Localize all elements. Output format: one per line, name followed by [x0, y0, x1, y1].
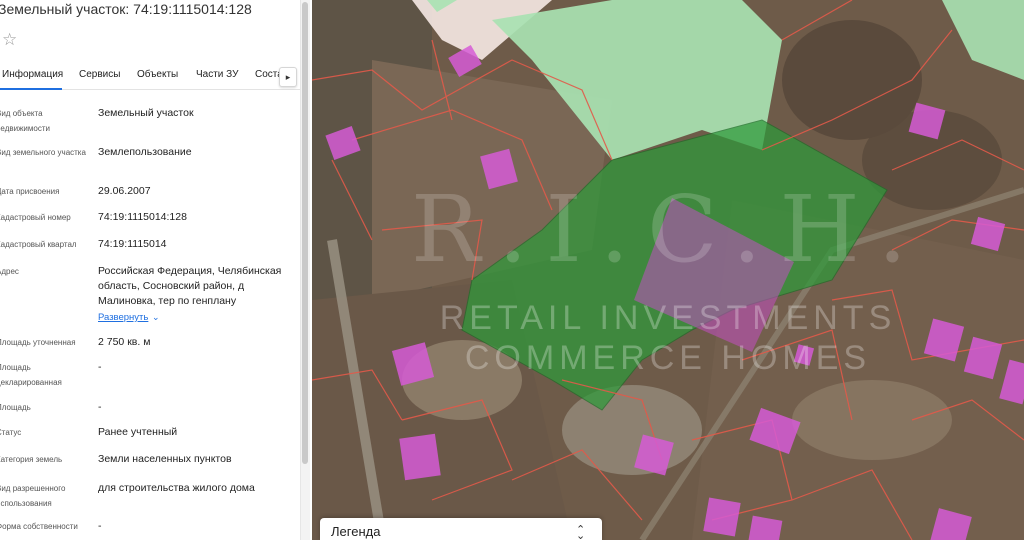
field-label: Кадастровый квартал [0, 240, 77, 249]
field-label: Вид разрешенного использования [0, 484, 66, 508]
map-view[interactable]: R.I.C.H. RETAIL INVESTMENTS COMMERCE HOM… [312, 0, 1024, 540]
field-label: Статус [0, 428, 22, 437]
watermark-line2: COMMERCE HOMES [464, 339, 872, 377]
field-label: Кадастровый номер [0, 213, 71, 222]
field-value: 29.06.2007 [98, 185, 151, 197]
tab-objects[interactable]: Объекты [137, 68, 178, 82]
field-label: Площадь декларированная [0, 363, 62, 387]
field-label: Адрес [0, 267, 19, 276]
watermark-line1: RETAIL INVESTMENTS [439, 299, 897, 337]
field-value[interactable]: 74:19:1115014 [98, 237, 296, 252]
field-value: для строительства жилого дома [98, 482, 255, 494]
tab-info[interactable]: Информация [2, 68, 63, 82]
field-label: Площадь уточненная [0, 338, 76, 347]
panel-scrollbar-thumb[interactable] [302, 2, 308, 464]
info-panel: Земельный участок: 74:19:1115014:128 ☆ И… [0, 0, 310, 540]
tab-services[interactable]: Сервисы [79, 68, 120, 82]
legend-bar[interactable]: Легенда ⌃ ⌄ [320, 518, 602, 540]
field-label: Дата присвоения [0, 187, 60, 196]
field-value: - [98, 401, 102, 413]
field-label: Площадь [0, 403, 31, 412]
field-label: Вид земельного участка [0, 148, 86, 157]
tab-bar: Информация Сервисы Объекты Части ЗУ Сост… [0, 62, 300, 90]
field-value: 2 750 кв. м [98, 336, 151, 348]
field-value: - [98, 520, 102, 532]
star-icon[interactable]: ☆ [2, 31, 20, 49]
panel-title: Земельный участок: 74:19:1115014:128 [0, 1, 252, 17]
chevron-updown-icon[interactable]: ⌃ ⌄ [576, 522, 585, 540]
field-value: Земли населенных пунктов [98, 453, 232, 465]
legend-label: Легенда [331, 524, 381, 539]
field-value: Ранее учтенный [98, 426, 178, 438]
field-label: Форма собственности [0, 522, 78, 531]
chevron-down-icon[interactable]: ⌄ [152, 310, 160, 324]
field-value: Земельный участок [98, 107, 194, 119]
field-value: Землепользование [98, 146, 192, 158]
chevron-right-icon[interactable]: ▸ [279, 67, 297, 87]
tab-parts[interactable]: Части ЗУ [196, 68, 238, 82]
field-value: Российская Федерация, Челябинская област… [98, 265, 282, 307]
field-value: - [98, 361, 102, 373]
field-value[interactable]: 74:19:1115014:128 [98, 210, 296, 225]
watermark-logo: R.I.C.H. [411, 176, 925, 283]
active-tab-indicator [0, 88, 62, 90]
expand-link[interactable]: Развернуть [98, 311, 148, 325]
field-label: Вид объекта недвижимости [0, 109, 50, 133]
field-label: Категория земель [0, 455, 63, 464]
